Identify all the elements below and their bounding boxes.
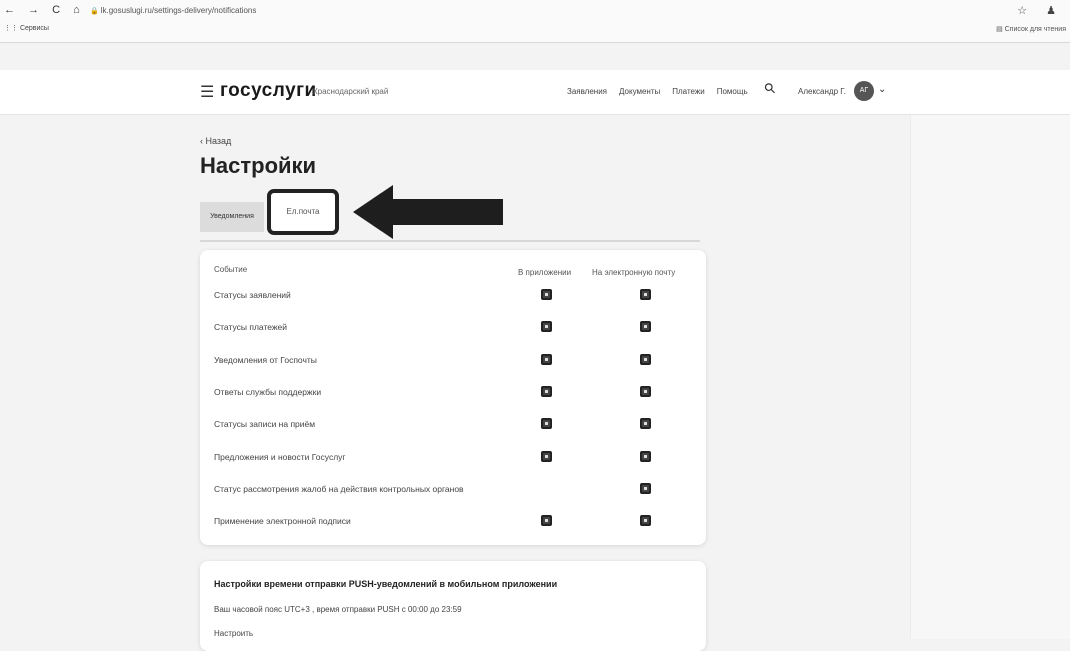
arrow-left-icon	[353, 185, 503, 239]
table-row: Предложения и новости Госуслуг	[200, 447, 706, 471]
app-checkbox[interactable]	[541, 385, 552, 397]
event-label: Применение электронной подписи	[214, 516, 351, 527]
page-title: Настройки	[200, 153, 317, 178]
table-row: Ответы службы поддержки	[200, 382, 706, 406]
bookmark-label: Сервисы	[19, 25, 49, 32]
reading-list[interactable]: ▤ Список для чтения	[996, 25, 1066, 33]
nav-documents[interactable]: Документы	[619, 87, 660, 96]
push-settings-card: Настройки времени отправки PUSH-уведомле…	[200, 561, 706, 651]
app-checkbox[interactable]	[541, 321, 552, 333]
browser-actions[interactable]: ☆ ♟	[1017, 4, 1064, 17]
event-label: Ответы службы поддержки	[214, 386, 322, 397]
email-checkbox[interactable]	[640, 515, 651, 527]
notification-settings-card: Событие В приложении На электронную почт…	[200, 250, 706, 545]
app-checkbox[interactable]	[541, 515, 552, 527]
top-nav: Заявления Документы Платежи Помощь	[567, 87, 760, 96]
email-checkbox[interactable]	[640, 289, 651, 300]
column-header-app: В приложении	[518, 268, 572, 277]
email-checkbox[interactable]	[640, 321, 651, 333]
app-checkbox[interactable]	[541, 418, 552, 430]
back-link[interactable]: ‹ Назад	[200, 136, 231, 146]
column-header-event: Событие	[214, 265, 248, 274]
user-name[interactable]: Александр Г.	[798, 87, 846, 96]
lock-icon: 🔒	[90, 8, 99, 15]
tabs-divider	[200, 240, 700, 242]
table-row: Статусы записи на приём	[200, 414, 706, 438]
browser-toolbar: ← → C ⌂ 🔒 lk.gosuslugi.ru/settings-delive…	[0, 0, 1070, 43]
event-label: Уведомления от Госпочты	[214, 354, 317, 365]
event-label: Статусы записи на приём	[214, 419, 316, 430]
side-panel	[910, 115, 1070, 639]
app-checkbox[interactable]	[541, 289, 552, 300]
table-row: Применение электронной подписи	[200, 511, 706, 535]
site-logo[interactable]: госуслуги	[220, 80, 317, 102]
table-row: Статус рассмотрения жалоб на действия ко…	[200, 479, 706, 503]
column-header-email: На электронную почту	[592, 268, 676, 277]
email-checkbox[interactable]	[640, 482, 651, 494]
avatar[interactable]: АГ	[854, 81, 874, 101]
tab-notifications[interactable]: Уведомления	[200, 202, 264, 232]
event-label: Предложения и новости Госуслуг	[214, 451, 346, 462]
region-selector[interactable]: Краснодарский край	[313, 87, 388, 96]
event-label: Статусы платежей	[214, 322, 288, 333]
configure-link[interactable]: Настроить	[214, 629, 253, 638]
email-checkbox[interactable]	[640, 353, 651, 365]
site-header: ☰ госуслуги Краснодарский край Заявления…	[0, 70, 1070, 115]
bookmark-services[interactable]: ⋮⋮ Сервисы	[4, 24, 49, 32]
table-row: Уведомления от Госпочты	[200, 350, 706, 374]
email-checkbox[interactable]	[640, 418, 651, 430]
nav-help[interactable]: Помощь	[717, 87, 748, 96]
tab-email[interactable]: Ел.почта	[267, 189, 339, 235]
app-checkbox[interactable]	[541, 353, 552, 365]
email-checkbox[interactable]	[640, 450, 651, 462]
address-bar[interactable]: 🔒 lk.gosuslugi.ru/settings-delivery/notif…	[90, 6, 256, 15]
search-icon[interactable]: ⚲	[760, 79, 779, 98]
nav-applications[interactable]: Заявления	[567, 87, 607, 96]
table-row: Статусы платежей	[200, 317, 706, 341]
browser-nav-icons[interactable]: ← → C ⌂	[4, 4, 85, 16]
event-label: Статус рассмотрения жалоб на действия ко…	[214, 483, 464, 494]
push-settings-description: Ваш часовой пояс UTC+3 , время отправки …	[214, 605, 462, 614]
nav-payments[interactable]: Платежи	[672, 87, 704, 96]
chevron-down-icon[interactable]: ⌄	[878, 84, 886, 95]
table-row: Статусы заявлений	[200, 285, 706, 309]
email-checkbox[interactable]	[640, 385, 651, 397]
menu-icon[interactable]: ☰	[200, 82, 214, 102]
app-checkbox[interactable]	[541, 450, 552, 462]
address-url: lk.gosuslugi.ru/settings-delivery/notifi…	[100, 6, 257, 15]
event-label: Статусы заявлений	[214, 290, 291, 300]
push-settings-title: Настройки времени отправки PUSH-уведомле…	[214, 579, 558, 589]
reading-list-label: Список для чтения	[1004, 26, 1066, 33]
